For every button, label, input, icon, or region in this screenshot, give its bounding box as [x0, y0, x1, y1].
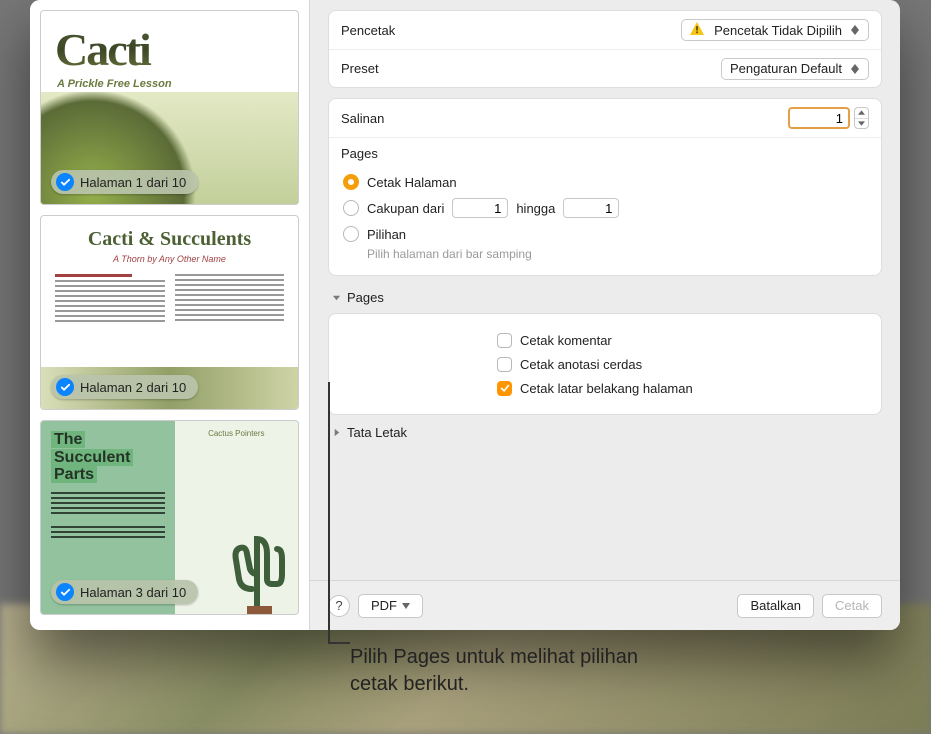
pages-section-header[interactable]: Pages	[328, 286, 882, 309]
checkbox-print-background[interactable]	[497, 381, 512, 396]
disclosure-triangle-open-icon	[332, 293, 341, 302]
page-label: Halaman 1 dari 10	[80, 175, 186, 190]
callout-caption: Pilih Pages untuk melihat pilihan cetak …	[350, 644, 670, 698]
radio-selection-label: Pilihan	[367, 227, 406, 242]
selection-hint: Pilih halaman dari bar samping	[367, 247, 869, 261]
pages-heading: Pages	[341, 146, 869, 161]
checkbox-print-comments-label: Cetak komentar	[520, 333, 612, 348]
page-selected-check-icon[interactable]	[56, 378, 74, 396]
stepper-down-icon[interactable]	[855, 118, 868, 129]
printer-value: Pencetak Tidak Dipilih	[714, 23, 842, 38]
print-dialog: Cacti A Prickle Free Lesson Halaman 1 da…	[30, 0, 900, 630]
thumb2-subtitle: A Thorn by Any Other Name	[41, 254, 298, 264]
page-thumbnail[interactable]: Cacti A Prickle Free Lesson Halaman 1 da…	[40, 10, 299, 205]
pdf-menu-button[interactable]: PDF	[358, 594, 423, 618]
chevron-down-icon	[402, 603, 410, 609]
page-badge[interactable]: Halaman 1 dari 10	[51, 170, 198, 194]
dialog-footer: ? PDF Batalkan Cetak	[310, 580, 900, 630]
callout-leader-line	[328, 382, 330, 644]
thumb3-right-header: Cactus Pointers	[183, 429, 290, 438]
warning-icon	[690, 22, 704, 38]
stepper-up-icon[interactable]	[855, 108, 868, 118]
thumb1-title: Cacti	[55, 23, 298, 76]
printer-label: Pencetak	[341, 23, 395, 38]
layout-section-header[interactable]: Tata Letak	[328, 421, 882, 444]
radio-print-all-label: Cetak Halaman	[367, 175, 457, 190]
checkbox-print-comments[interactable]	[497, 333, 512, 348]
page-badge[interactable]: Halaman 3 dari 10	[51, 580, 198, 604]
print-button-label: Cetak	[835, 598, 869, 613]
page-selected-check-icon[interactable]	[56, 583, 74, 601]
page-thumbnail[interactable]: Cacti & Succulents A Thorn by Any Other …	[40, 215, 299, 410]
preset-value: Pengaturan Default	[730, 61, 842, 76]
copies-stepper[interactable]	[854, 107, 869, 129]
pages-section-title: Pages	[347, 290, 384, 305]
copies-input[interactable]	[788, 107, 850, 129]
thumb2-title: Cacti & Succulents	[41, 228, 298, 251]
cancel-button[interactable]: Batalkan	[737, 594, 814, 618]
disclosure-triangle-closed-icon	[332, 428, 341, 437]
checkbox-smart-annotations-label: Cetak anotasi cerdas	[520, 357, 642, 372]
range-from-input[interactable]	[452, 198, 508, 218]
range-to-input[interactable]	[563, 198, 619, 218]
printer-popup[interactable]: Pencetak Tidak Dipilih	[681, 19, 869, 41]
preview-sidebar[interactable]: Cacti A Prickle Free Lesson Halaman 1 da…	[30, 0, 310, 630]
preset-label: Preset	[341, 61, 379, 76]
updown-chevron-icon	[848, 25, 862, 35]
layout-section-title: Tata Letak	[347, 425, 407, 440]
preset-popup[interactable]: Pengaturan Default	[721, 58, 869, 80]
radio-range-label: Cakupan dari	[367, 201, 444, 216]
help-button[interactable]: ?	[328, 595, 350, 617]
copies-label: Salinan	[341, 111, 384, 126]
page-selected-check-icon[interactable]	[56, 173, 74, 191]
updown-chevron-icon	[848, 64, 862, 74]
page-thumbnail[interactable]: TheSucculentParts Cactus Pointers	[40, 420, 299, 615]
print-button[interactable]: Cetak	[822, 594, 882, 618]
checkbox-smart-annotations[interactable]	[497, 357, 512, 372]
radio-print-all[interactable]	[343, 174, 359, 190]
page-badge[interactable]: Halaman 2 dari 10	[51, 375, 198, 399]
page-label: Halaman 2 dari 10	[80, 380, 186, 395]
radio-selection[interactable]	[343, 226, 359, 242]
checkbox-print-background-label: Cetak latar belakang halaman	[520, 381, 693, 396]
cancel-button-label: Batalkan	[750, 598, 801, 613]
thumb3-title: TheSucculentParts	[51, 431, 165, 484]
pdf-button-label: PDF	[371, 598, 397, 613]
thumb1-subtitle: A Prickle Free Lesson	[57, 78, 298, 90]
radio-range[interactable]	[343, 200, 359, 216]
page-label: Halaman 3 dari 10	[80, 585, 186, 600]
range-mid-label: hingga	[516, 201, 555, 216]
